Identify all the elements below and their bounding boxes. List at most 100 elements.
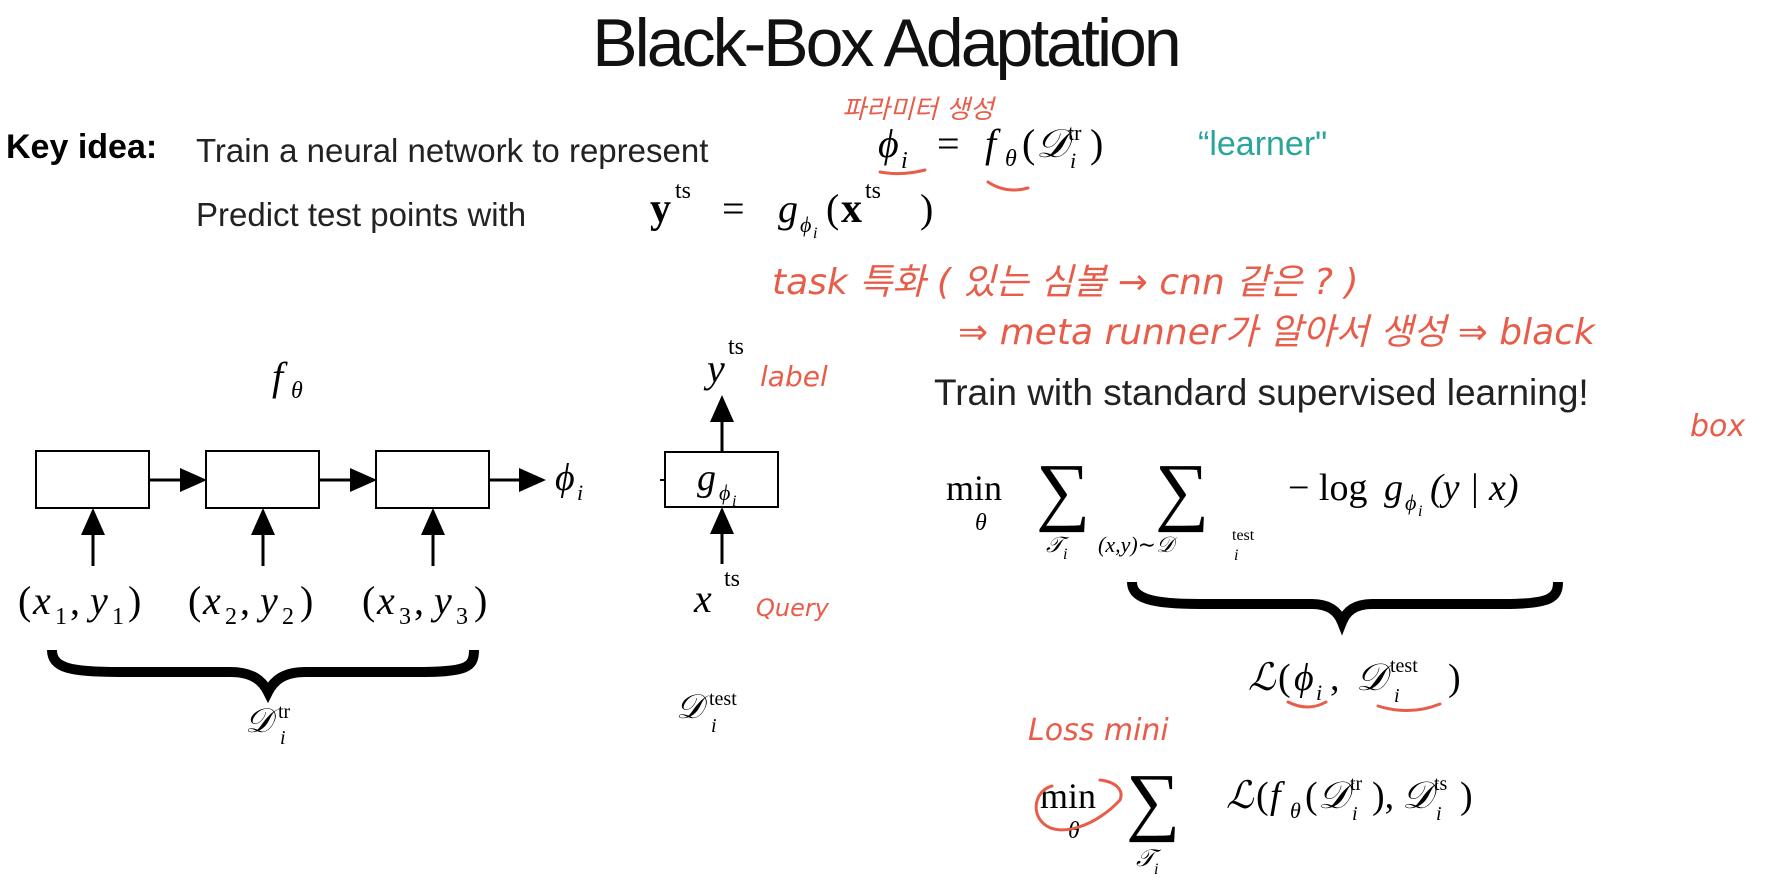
- g-phi-label: g ϕ i: [697, 457, 736, 510]
- annotation-param-gen: 파라미터 생성: [842, 95, 997, 125]
- svg-text:ℒ: ℒ: [1248, 657, 1277, 699]
- svg-text:x: x: [693, 576, 712, 621]
- svg-text:,: ,: [70, 578, 80, 623]
- svg-text:ϕ: ϕ: [719, 480, 730, 505]
- svg-text:ts: ts: [675, 178, 691, 204]
- svg-text:i: i: [1418, 503, 1422, 520]
- annotation-meta-learner: ⇒ meta runner가 알아서 생성 ⇒ black: [958, 312, 1597, 353]
- svg-text:i: i: [1234, 547, 1238, 564]
- rnn-cell-3: [375, 450, 490, 509]
- svg-text:ϕ: ϕ: [555, 457, 575, 499]
- svg-text:f: f: [1270, 775, 1285, 817]
- loss-label: ℒ ( ϕ i , 𝒟 test i ): [1248, 655, 1461, 707]
- svg-text:∑: ∑: [1036, 449, 1090, 533]
- svg-text:(y | x): (y | x): [1430, 467, 1519, 509]
- slide-canvas: ϕ i = f θ ( 𝒟 tr i ) y ts = g ϕ i ( x ts…: [18, 95, 1745, 878]
- svg-text:),: ),: [1372, 775, 1394, 817]
- svg-text:ϕ: ϕ: [800, 212, 811, 237]
- meta-objective-equation: min θ ∑ 𝒯 i ℒ ( f θ ( 𝒟 tr i ), 𝒟 ts i ): [1040, 759, 1473, 878]
- svg-text:g: g: [778, 186, 798, 231]
- svg-text:ϕ: ϕ: [878, 121, 899, 166]
- x-ts-label: x ts: [693, 566, 740, 621]
- svg-text:∑: ∑: [1126, 759, 1180, 843]
- annotation-box: box: [1690, 409, 1745, 444]
- svg-text:(: (: [826, 186, 839, 231]
- svg-text:): ): [474, 578, 487, 623]
- annotation-query: Query: [756, 594, 830, 622]
- svg-text:tr: tr: [278, 701, 291, 723]
- svg-text:i: i: [577, 480, 583, 505]
- phi-output-label: ϕ i: [555, 457, 583, 505]
- svg-text:tr: tr: [1068, 120, 1082, 145]
- objective-equation: min θ ∑ 𝒯 i ∑ (x,y)∼𝒟 test i − log g ϕ i…: [946, 449, 1519, 564]
- rnn-cell-2: [205, 450, 320, 509]
- svg-text:min: min: [946, 468, 1002, 508]
- svg-text:i: i: [1316, 680, 1322, 705]
- svg-text:𝒟: 𝒟: [245, 703, 278, 740]
- svg-text:): ): [128, 578, 141, 623]
- svg-text:ts: ts: [1434, 773, 1448, 795]
- svg-text:1: 1: [112, 604, 124, 630]
- svg-text:2: 2: [282, 604, 294, 630]
- svg-text:min: min: [1040, 776, 1096, 816]
- svg-text:(: (: [1022, 121, 1035, 166]
- svg-text:3: 3: [456, 604, 468, 630]
- svg-text:y: y: [256, 578, 278, 623]
- svg-text:): ): [920, 186, 933, 231]
- svg-text:): ): [300, 578, 313, 623]
- svg-text:i: i: [711, 715, 717, 737]
- svg-text:(: (: [362, 578, 375, 623]
- svg-text:1: 1: [55, 604, 67, 630]
- annotation-loss-mini: Loss mini: [1028, 713, 1169, 748]
- svg-text:(x,y)∼𝒟: (x,y)∼𝒟: [1098, 532, 1178, 557]
- svg-text:g: g: [1384, 467, 1403, 509]
- svg-text:(: (: [18, 578, 31, 623]
- svg-text:ℒ: ℒ: [1226, 775, 1255, 817]
- svg-text:i: i: [1063, 546, 1067, 563]
- svg-text:i: i: [901, 148, 908, 174]
- svg-text:=: =: [937, 121, 960, 166]
- svg-text:θ: θ: [1005, 146, 1017, 172]
- svg-text:i: i: [813, 225, 817, 242]
- svg-text:x: x: [32, 578, 51, 623]
- svg-text:θ: θ: [1290, 798, 1301, 823]
- input-pair-3: ( x 3 , y 3 ): [362, 578, 487, 630]
- handwritten-annotations: 파라미터 생성 task 특화 ( 있는 심볼 → cnn 같은 ? ) ⇒ m…: [756, 95, 1745, 748]
- d-tr-label: 𝒟 tr i: [245, 701, 291, 749]
- svg-text:y: y: [650, 186, 671, 232]
- svg-text:ts: ts: [724, 566, 740, 592]
- svg-text:g: g: [697, 457, 716, 499]
- svg-text:− log: − log: [1288, 467, 1368, 509]
- svg-text:,: ,: [240, 578, 250, 623]
- svg-text:(: (: [1278, 657, 1291, 699]
- svg-text:θ: θ: [1068, 818, 1080, 844]
- svg-text:3: 3: [399, 604, 411, 630]
- brace-dtr: [47, 649, 479, 704]
- svg-text:test: test: [709, 688, 737, 710]
- svg-text:): ): [1448, 657, 1461, 699]
- equation-predict: y ts = g ϕ i ( x ts ): [650, 178, 933, 242]
- underline-f: [986, 180, 1030, 192]
- svg-text:y: y: [430, 578, 452, 623]
- svg-text:𝒟: 𝒟: [676, 689, 709, 726]
- svg-text:ts: ts: [865, 178, 881, 204]
- f-theta-label: f θ: [272, 354, 303, 404]
- svg-text:θ: θ: [975, 510, 987, 536]
- svg-text:y: y: [703, 346, 725, 391]
- svg-text:ϕ: ϕ: [1294, 657, 1314, 699]
- svg-text:θ: θ: [291, 378, 303, 404]
- rnn-cell-1: [35, 450, 150, 509]
- svg-text:x: x: [376, 578, 395, 623]
- svg-text:f: f: [272, 354, 288, 399]
- svg-text:x: x: [202, 578, 221, 623]
- annotation-label: label: [760, 360, 828, 393]
- svg-text:(: (: [1256, 775, 1269, 817]
- svg-text:i: i: [1436, 803, 1442, 825]
- input-pair-1: ( x 1 , y 1 ): [18, 578, 141, 630]
- svg-text:y: y: [86, 578, 108, 623]
- input-pair-2: ( x 2 , y 2 ): [188, 578, 313, 630]
- svg-text:=: =: [722, 186, 745, 231]
- svg-text:i: i: [732, 493, 736, 510]
- svg-text:): ): [1090, 121, 1103, 166]
- svg-text:test: test: [1390, 655, 1418, 677]
